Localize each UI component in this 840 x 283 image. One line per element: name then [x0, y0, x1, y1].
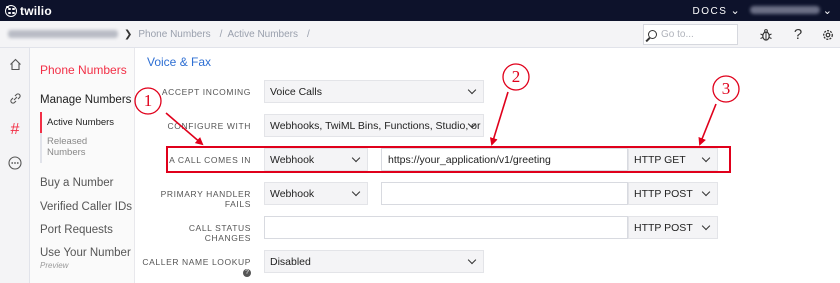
chevron-down-icon[interactable]: ❯: [124, 29, 132, 40]
configure-with-select[interactable]: Webhooks, TwiML Bins, Functions, Studio,…: [264, 114, 484, 137]
chevron-down-icon: [467, 85, 477, 95]
left-rail: #: [0, 48, 30, 283]
annotation-number-3: 3: [721, 79, 731, 98]
section-title: Voice & Fax: [147, 55, 212, 69]
search-input[interactable]: Go to...: [643, 24, 738, 45]
nav-item-released-numbers[interactable]: Released Numbers: [40, 133, 100, 163]
more-icon[interactable]: [0, 156, 30, 170]
side-nav: Phone Numbers Manage Numbers Active Numb…: [30, 48, 135, 283]
account-name-redacted: [749, 6, 820, 14]
caller-name-lookup-label: CALLER NAME LOOKUP?: [140, 257, 251, 277]
primary-handler-fails-type-value: Webhook: [270, 187, 315, 200]
docs-menu[interactable]: DOCS ⌄: [693, 4, 740, 17]
call-status-changes-label: CALL STATUS CHANGES: [188, 223, 251, 243]
annotation-number-1: 1: [143, 91, 153, 110]
breadcrumb: Phone Numbers / Active Numbers /: [138, 29, 314, 40]
bug-icon[interactable]: [756, 21, 776, 48]
search-placeholder: Go to...: [661, 29, 694, 40]
chevron-down-icon: ⌄: [730, 5, 740, 17]
top-bar: twilio DOCS ⌄ ⌄: [0, 0, 840, 21]
twilio-logo[interactable]: twilio: [5, 4, 52, 18]
caller-name-lookup-select[interactable]: Disabled: [264, 250, 484, 273]
caller-name-lookup-label-text: CALLER NAME LOOKUP: [142, 257, 251, 267]
project-name-redacted[interactable]: [8, 30, 118, 38]
question-icon[interactable]: ?: [788, 21, 808, 48]
primary-handler-fails-type-select[interactable]: Webhook: [264, 182, 368, 205]
breadcrumb-separator: /: [219, 28, 223, 40]
accept-incoming-value: Voice Calls: [270, 85, 322, 98]
nav-item-use-your-number[interactable]: Use Your Number: [40, 247, 131, 259]
nav-item-verified-caller-ids[interactable]: Verified Caller IDs: [40, 201, 132, 213]
annotation-number-2: 2: [511, 67, 521, 86]
search-icon: [648, 30, 657, 39]
breadcrumb-separator: /: [307, 28, 310, 40]
primary-handler-fails-url-input[interactable]: [381, 182, 628, 205]
configure-with-label: CONFIGURE WITH: [167, 121, 251, 131]
annotation-arrow-3: [698, 103, 717, 146]
twilio-logo-icon: [5, 4, 17, 17]
configure-with-value: Webhooks, TwiML Bins, Functions, Studio,…: [270, 119, 483, 132]
chevron-down-icon: ⌄: [822, 5, 832, 17]
call-status-changes-method-select[interactable]: HTTP POST: [628, 216, 718, 239]
primary-handler-fails-method-select[interactable]: HTTP POST: [628, 182, 718, 205]
nav-group-manage-numbers[interactable]: Manage Numbers: [40, 94, 131, 106]
breadcrumb-phone-numbers[interactable]: Phone Numbers: [138, 29, 210, 40]
brand-name: twilio: [20, 3, 52, 18]
caller-name-lookup-value: Disabled: [270, 255, 311, 268]
chevron-down-icon: [467, 255, 477, 265]
call-status-changes-method-value: HTTP POST: [634, 221, 693, 234]
chevron-down-icon: [701, 221, 711, 231]
nav-item-port-requests[interactable]: Port Requests: [40, 224, 113, 236]
sub-header: ❯ Phone Numbers / Active Numbers / Go to...…: [0, 21, 840, 48]
nav-item-buy-a-number[interactable]: Buy a Number: [40, 177, 114, 189]
docs-label: DOCS: [692, 6, 728, 17]
hash-icon[interactable]: #: [0, 121, 30, 139]
annotation-highlight-box: [166, 146, 731, 173]
breadcrumb-active-numbers[interactable]: Active Numbers: [227, 29, 298, 40]
chevron-down-icon: [701, 187, 711, 197]
primary-handler-fails-label: PRIMARY HANDLER FAILS: [160, 189, 251, 209]
home-icon[interactable]: [0, 58, 30, 71]
nav-title[interactable]: Phone Numbers: [40, 63, 127, 77]
preview-tag: Preview: [40, 261, 69, 270]
accept-incoming-select[interactable]: Voice Calls: [264, 80, 484, 103]
nav-item-active-numbers[interactable]: Active Numbers: [40, 112, 135, 133]
primary-handler-fails-method-value: HTTP POST: [634, 187, 693, 200]
link-icon[interactable]: [0, 92, 30, 105]
help-icon[interactable]: ?: [243, 269, 251, 277]
annotation-arrow-2: [489, 91, 509, 146]
account-menu[interactable]: ⌄: [749, 4, 832, 17]
gear-icon[interactable]: [818, 21, 838, 48]
chevron-down-icon: [351, 187, 361, 197]
call-status-changes-url-input[interactable]: [264, 216, 628, 239]
